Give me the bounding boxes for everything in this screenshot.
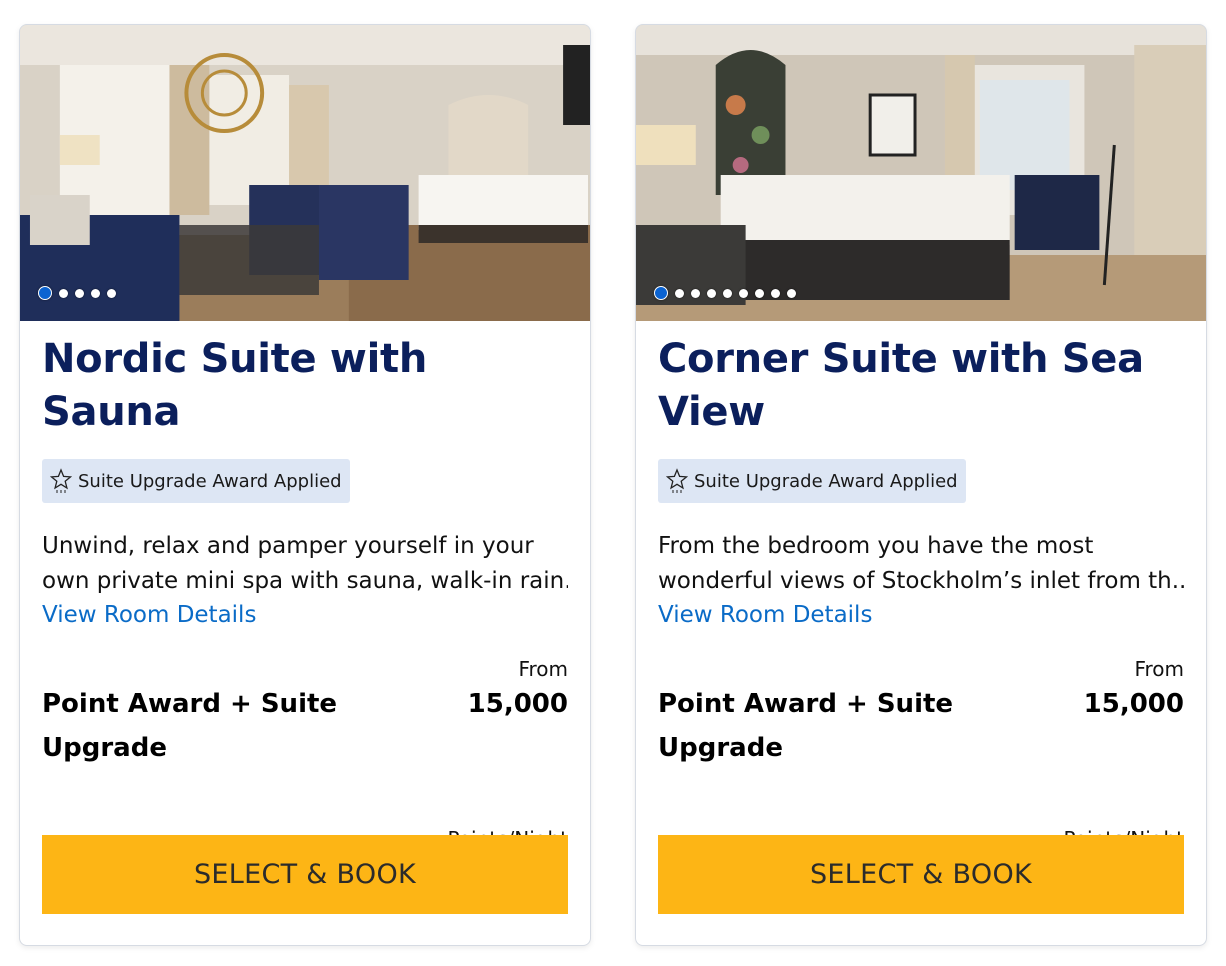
carousel-dot[interactable] <box>75 288 84 298</box>
room-card: Nordic Suite with Sauna Suite Upgrade Aw… <box>19 24 591 946</box>
view-room-details-link[interactable]: View Room Details <box>658 599 872 632</box>
price-points: 15,000 <box>467 689 568 719</box>
from-label: From <box>518 657 568 681</box>
room-cards: Nordic Suite with Sauna Suite Upgrade Aw… <box>0 0 1226 966</box>
carousel-dots <box>654 286 796 300</box>
carousel-dot[interactable] <box>707 288 716 298</box>
rate-price-block: From 15,000 <box>1083 657 1184 726</box>
rate-price-block: From 15,000 <box>467 657 568 726</box>
room-card: Corner Suite with Sea View Suite Upgrade… <box>635 24 1207 946</box>
star-icon <box>666 468 688 493</box>
room-card-body: Corner Suite with Sea View Suite Upgrade… <box>636 321 1206 945</box>
room-photo-carousel[interactable] <box>636 25 1206 321</box>
room-title: Nordic Suite with Sauna <box>42 336 427 435</box>
carousel-dot[interactable] <box>691 288 700 298</box>
room-photo <box>636 25 1206 321</box>
carousel-dot[interactable] <box>91 288 100 298</box>
room-description-line: wonderful views of Stockholm’s inlet fro… <box>658 568 1184 594</box>
carousel-dot[interactable] <box>739 288 748 298</box>
select-and-book-button[interactable]: SELECT & BOOK <box>658 835 1184 914</box>
upgrade-badge: Suite Upgrade Award Applied <box>42 459 350 503</box>
rate-name: Point Award + Suite Upgrade <box>658 689 954 763</box>
room-title: Corner Suite with Sea View <box>658 336 1144 435</box>
carousel-dot[interactable] <box>675 288 684 298</box>
price-points: 15,000 <box>1083 689 1184 719</box>
room-description-line: Unwind, relax and pamper yourself in you… <box>42 533 534 559</box>
rate-row: Point Award + Suite Upgrade From 15,000 <box>42 657 568 770</box>
carousel-dot[interactable] <box>771 288 780 298</box>
carousel-dots <box>38 286 116 300</box>
star-icon <box>50 468 72 493</box>
room-photo-carousel[interactable] <box>20 25 590 321</box>
room-description: Unwind, relax and pamper yourself in you… <box>42 529 568 599</box>
rate-row: Point Award + Suite Upgrade From 15,000 <box>658 657 1184 770</box>
carousel-dot[interactable] <box>723 288 732 298</box>
carousel-dot[interactable] <box>787 288 796 298</box>
view-room-details-link[interactable]: View Room Details <box>42 599 256 632</box>
carousel-dot[interactable] <box>59 288 68 298</box>
rate-name: Point Award + Suite Upgrade <box>42 689 338 763</box>
carousel-dot[interactable] <box>755 288 764 298</box>
carousel-dot[interactable] <box>38 286 52 300</box>
room-description-line: From the bedroom you have the most <box>658 533 1094 559</box>
room-card-body: Nordic Suite with Sauna Suite Upgrade Aw… <box>20 321 590 945</box>
upgrade-badge-label: Suite Upgrade Award Applied <box>694 470 958 492</box>
room-description-line: own private mini spa with sauna, walk-in… <box>42 568 568 594</box>
select-and-book-button[interactable]: SELECT & BOOK <box>42 835 568 914</box>
room-description: From the bedroom you have the most wonde… <box>658 529 1184 599</box>
upgrade-badge: Suite Upgrade Award Applied <box>658 459 966 503</box>
carousel-dot[interactable] <box>107 288 116 298</box>
room-photo <box>20 25 590 321</box>
carousel-dot[interactable] <box>654 286 668 300</box>
upgrade-badge-label: Suite Upgrade Award Applied <box>78 470 342 492</box>
from-label: From <box>1134 657 1184 681</box>
